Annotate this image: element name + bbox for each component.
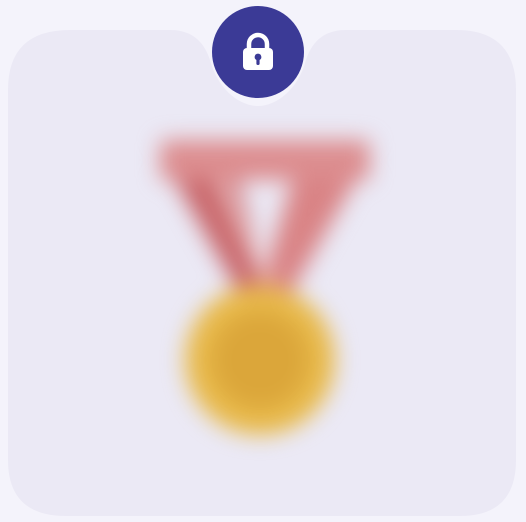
medal-image: [120, 120, 410, 450]
medal-ribbon-top: [160, 140, 370, 180]
lock-badge[interactable]: [212, 6, 304, 98]
lock-icon: [243, 32, 273, 70]
badge-card-container: [0, 0, 526, 522]
medal-icon: [160, 140, 370, 435]
medal-disc-inner: [212, 312, 308, 408]
